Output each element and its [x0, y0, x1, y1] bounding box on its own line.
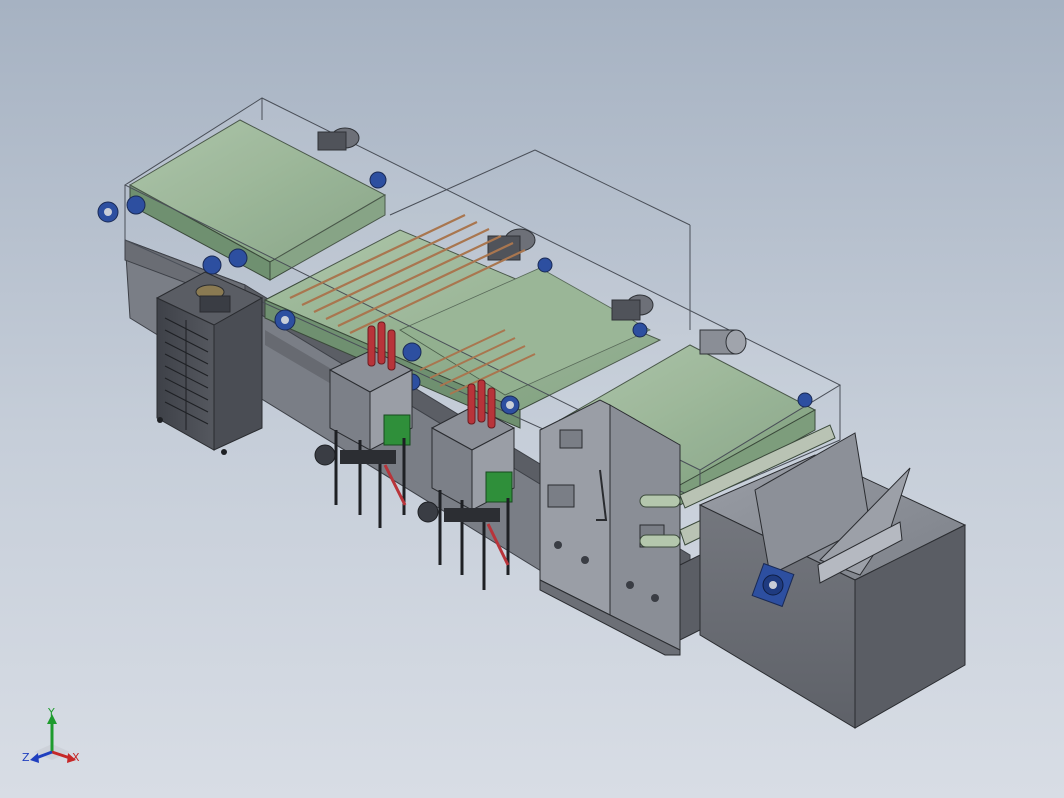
bearing-10 — [369, 171, 387, 189]
bearing-4 — [228, 248, 248, 268]
orientation-triad: Y Z X — [22, 706, 80, 764]
cabinet-top-box — [199, 295, 231, 313]
bearing-12 — [797, 392, 813, 408]
bearing-9 — [537, 257, 553, 273]
bearing-11 — [632, 322, 648, 338]
valve-green-2 — [485, 471, 513, 503]
roller-press-frame[interactable] — [539, 399, 681, 656]
control-cabinet[interactable] — [155, 271, 264, 455]
conveyor-line-assembly: Y Z X — [22, 97, 967, 764]
triad-x-label: X — [72, 751, 80, 764]
bearing-6 — [402, 342, 422, 362]
triad-y-label: Y — [47, 706, 55, 719]
cad-viewport[interactable]: Y Z X — [0, 0, 1064, 798]
bearing-2 — [126, 195, 146, 215]
valve-green-1 — [383, 414, 411, 446]
triad-z-label: Z — [22, 751, 30, 764]
bearing-3 — [202, 255, 222, 275]
drive-motor-4 — [699, 329, 747, 355]
